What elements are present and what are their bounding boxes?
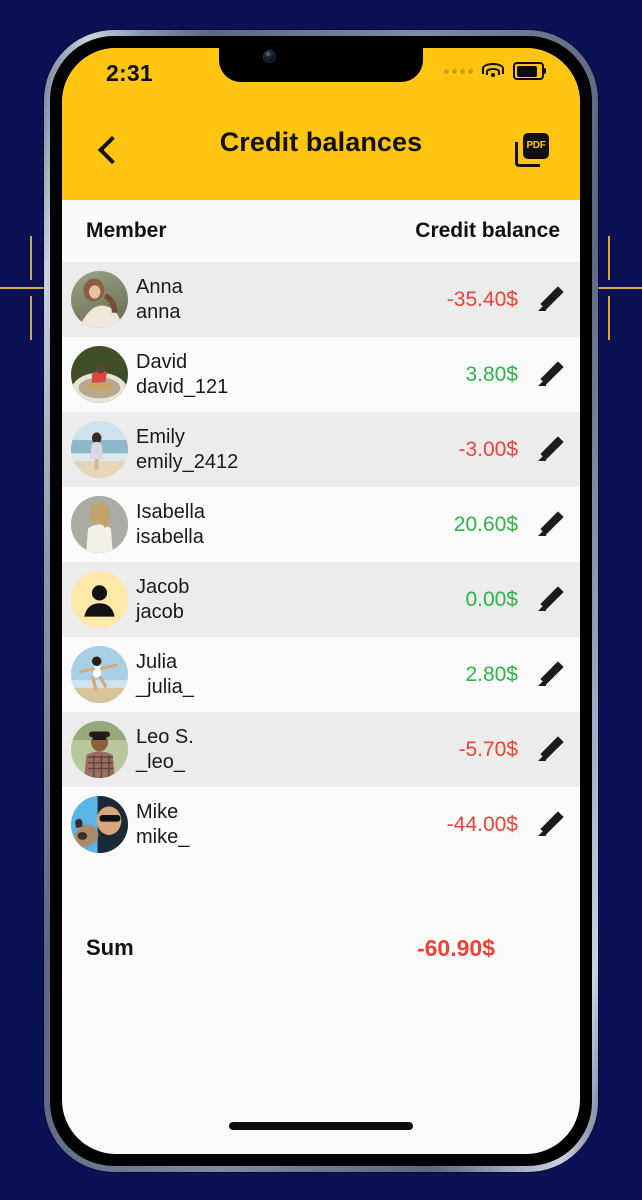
edit-balance-button[interactable] [528,504,570,546]
credit-balance-amount: 3.80$ [465,362,518,386]
edit-balance-button[interactable] [528,279,570,321]
table-row[interactable]: David david_121 3.80$ [62,337,580,412]
member-names: David david_121 [136,350,228,400]
app-header: 2:31 Credit balances PDF [62,48,580,200]
pdf-icon-label: PDF [526,140,546,151]
avatar [71,496,128,553]
avatar [71,646,128,703]
avatar [71,721,128,778]
member-names: Anna anna [136,275,183,325]
wifi-icon [482,63,504,79]
edit-pencil-icon [537,736,564,762]
member-username: david_121 [136,375,229,398]
summary-row: Sum -60.90$ [62,917,580,979]
status-bar-clock: 2:31 [106,60,153,86]
member-list: Anna anna -35.40$ David david_121 3.80$ Emily e… [62,262,580,862]
credit-balance-amount: -44.00$ [446,812,518,836]
navigation-bar: Credit balances PDF [62,100,580,200]
credit-balance-amount: 0.00$ [465,587,518,611]
pdf-export-button[interactable]: PDF [506,124,558,176]
member-username: isabella [136,525,204,548]
edit-pencil-icon [537,511,564,537]
member-name: Isabella [136,500,205,523]
decorative-gold-tick-2 [608,236,610,280]
member-name: Emily [136,425,185,448]
decorative-gold-tick-3 [30,296,32,340]
column-header-balance: Credit balance [415,219,560,242]
edit-pencil-icon [537,586,564,612]
credit-balance-amount: 2.80$ [465,662,518,686]
status-bar: 2:31 [62,48,580,100]
phone-bezel: 2:31 Credit balances PDF Member Credit b… [50,36,592,1166]
edit-balance-button[interactable] [528,429,570,471]
edit-balance-button[interactable] [528,729,570,771]
edit-pencil-icon [537,811,564,837]
edit-pencil-icon [537,661,564,687]
pdf-export-icon: PDF [515,133,549,167]
cellular-dots-icon [444,68,473,74]
member-name: Jacob [136,575,190,598]
table-row[interactable]: Isabella isabella 20.60$ [62,487,580,562]
member-name: David [136,350,188,373]
summary-value: -60.90$ [416,934,495,961]
table-row[interactable]: Mike mike_ -44.00$ [62,787,580,862]
decorative-gold-tick-1 [30,236,32,280]
column-header-member: Member [86,219,167,242]
member-username: emily_2412 [136,450,239,473]
credit-balance-amount: -5.70$ [458,737,518,761]
avatar [71,796,128,853]
member-username: mike_ [136,825,190,848]
phone-screen: 2:31 Credit balances PDF Member Credit b… [62,48,580,1154]
table-row[interactable]: Jacob jacob 0.00$ [62,562,580,637]
table-row[interactable]: Julia _julia_ 2.80$ [62,637,580,712]
phone-device-frame: 2:31 Credit balances PDF Member Credit b… [44,30,598,1172]
home-indicator[interactable] [229,1122,413,1130]
member-username: _julia_ [136,675,194,698]
avatar [71,271,128,328]
member-username: _leo_ [136,750,185,773]
member-name: Mike [136,800,179,823]
member-names: Jacob jacob [136,575,189,625]
status-bar-indicators [444,62,546,80]
member-username: jacob [136,600,184,623]
table-header-row: Member Credit balance [62,200,580,262]
battery-full-icon [513,62,546,80]
credit-balance-amount: 20.60$ [453,512,518,536]
edit-balance-button[interactable] [528,654,570,696]
member-names: Isabella isabella [136,500,205,550]
edit-pencil-icon [537,436,564,462]
credit-balance-amount: -3.00$ [458,437,518,461]
member-names: Emily emily_2412 [136,425,238,475]
edit-balance-button[interactable] [528,579,570,621]
member-name: Julia [136,650,178,673]
summary-label: Sum [86,935,134,960]
member-name: Anna [136,275,183,298]
table-row[interactable]: Leo S. _leo_ -5.70$ [62,712,580,787]
decorative-gold-tick-4 [608,296,610,340]
avatar [71,346,128,403]
member-names: Julia _julia_ [136,650,194,700]
member-names: Leo S. _leo_ [136,725,194,775]
edit-pencil-icon [537,361,564,387]
member-names: Mike mike_ [136,800,189,850]
member-name: Leo S. [136,725,194,748]
table-row[interactable]: Anna anna -35.40$ [62,262,580,337]
table-row[interactable]: Emily emily_2412 -3.00$ [62,412,580,487]
avatar [71,571,128,628]
avatar [71,421,128,478]
edit-pencil-icon [537,286,564,312]
edit-balance-button[interactable] [528,804,570,846]
member-username: anna [136,300,181,323]
credit-balance-amount: -35.40$ [446,287,518,311]
page-title: Credit balances [219,127,423,157]
edit-balance-button[interactable] [528,354,570,396]
